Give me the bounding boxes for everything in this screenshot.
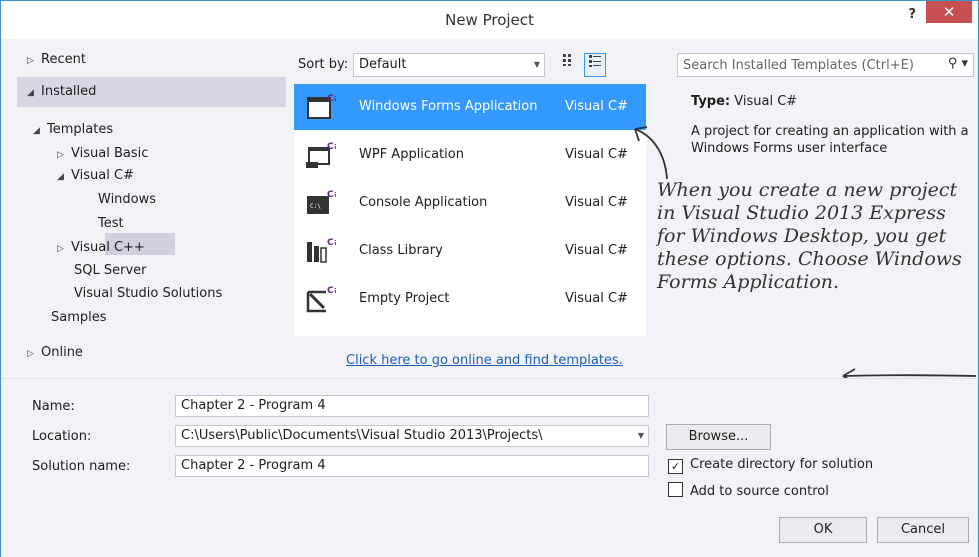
tree-item-samples[interactable]: Samples xyxy=(51,307,107,329)
solution-name-field[interactable]: Chapter 2 - Program 4 xyxy=(175,455,649,477)
type-key: Type: xyxy=(691,94,731,109)
tree-item-vs-solutions[interactable]: Visual Studio Solutions xyxy=(74,283,222,305)
svg-text:C#: C# xyxy=(327,190,336,200)
template-name: Console Application xyxy=(359,195,488,210)
search-icon: ⚲ ▾ xyxy=(947,56,968,71)
expand-arrow-icon: ▷ xyxy=(57,244,64,254)
add-source-control-checkbox[interactable]: Add to source control xyxy=(668,482,829,499)
wpf-icon: C# xyxy=(306,142,336,168)
expand-arrow-icon: ▷ xyxy=(27,349,34,359)
class-library-icon: C# xyxy=(307,238,336,263)
template-row-console[interactable]: C:\ C# Console Application Visual C# xyxy=(294,180,646,226)
expand-arrow-icon: ▷ xyxy=(27,56,34,66)
svg-text:C#: C# xyxy=(327,94,336,104)
winforms-icon: C# xyxy=(307,94,336,119)
tree-item-online[interactable]: ▷ Online xyxy=(27,342,83,364)
search-templates-input[interactable]: Search Installed Templates (Ctrl+E) ⚲ ▾ xyxy=(677,53,974,77)
ok-button[interactable]: OK xyxy=(779,517,867,543)
close-button[interactable]: ✕ xyxy=(926,1,972,23)
browse-button[interactable]: Browse... xyxy=(666,424,771,450)
tree-item-installed[interactable]: ◢ Installed xyxy=(27,81,96,103)
tree-item-visual-basic[interactable]: ▷ Visual Basic xyxy=(57,143,148,165)
template-name: Empty Project xyxy=(359,291,450,306)
list-view-button[interactable] xyxy=(584,53,606,77)
template-language: Visual C# xyxy=(565,99,628,114)
type-value: Visual C# xyxy=(734,94,798,109)
help-button[interactable]: ? xyxy=(908,7,916,22)
list-view-icon xyxy=(589,55,601,67)
svg-text:C:\: C:\ xyxy=(310,203,321,210)
console-icon: C:\ C# xyxy=(307,190,336,214)
chevron-down-icon: ▼ xyxy=(637,431,644,440)
template-row-windows-forms[interactable]: C# Windows Forms Application Visual C# xyxy=(294,84,646,130)
svg-text:C#: C# xyxy=(327,238,336,248)
template-language: Visual C# xyxy=(565,291,628,306)
online-templates-link[interactable]: Click here to go online and find templat… xyxy=(346,353,623,368)
tree-item-windows[interactable]: Windows xyxy=(98,189,156,211)
template-name: WPF Application xyxy=(359,147,464,162)
template-row-class-library[interactable]: C# Class Library Visual C# xyxy=(294,228,646,274)
svg-text:C#: C# xyxy=(327,142,336,152)
search-placeholder: Search Installed Templates (Ctrl+E) xyxy=(683,58,914,73)
chevron-down-icon: ▼ xyxy=(533,60,540,69)
template-row-empty-project[interactable]: C# Empty Project Visual C# xyxy=(294,276,646,322)
tree-item-recent[interactable]: ▷ Recent xyxy=(27,49,86,71)
expand-arrow-icon: ▷ xyxy=(57,150,64,160)
tree-item-sql-server[interactable]: SQL Server xyxy=(74,260,147,282)
template-tree: ▷ Recent ◢ Installed ◢ Templates ▷ Visual Ba… xyxy=(17,45,286,371)
checkmark-icon: ✓ xyxy=(668,459,683,474)
new-project-dialog: New Project ? ✕ ▷ Recent ◢ Installed ◢ Temp… xyxy=(0,0,979,557)
template-list: C# Windows Forms Application Visual C# C… xyxy=(294,84,646,336)
location-label: Location: xyxy=(32,429,92,444)
empty-project-icon: C# xyxy=(306,286,336,313)
grid-view-icon xyxy=(563,54,571,66)
tree-item-test[interactable]: Test xyxy=(98,213,124,235)
template-row-wpf[interactable]: C# WPF Application Visual C# xyxy=(294,132,646,178)
create-directory-checkbox[interactable]: ✓ Create directory for solution xyxy=(668,457,873,474)
sort-select[interactable]: Default ▼ xyxy=(353,53,545,77)
template-name: Windows Forms Application xyxy=(359,99,538,114)
location-field[interactable]: C:\Users\Public\Documents\Visual Studio … xyxy=(175,425,649,447)
template-language: Visual C# xyxy=(565,147,628,162)
solution-name-label: Solution name: xyxy=(32,459,131,474)
collapse-arrow-icon: ◢ xyxy=(57,172,64,182)
cancel-button[interactable]: Cancel xyxy=(877,517,969,543)
tree-item-templates[interactable]: ◢ Templates xyxy=(33,119,113,141)
template-name: Class Library xyxy=(359,243,443,258)
project-details-form: Name: Chapter 2 - Program 4 Location: C:… xyxy=(1,378,978,557)
svg-text:C#: C# xyxy=(327,286,336,296)
checkbox-empty-icon xyxy=(668,482,683,497)
title-bar: New Project ? ✕ xyxy=(1,1,978,39)
dialog-title: New Project xyxy=(445,11,534,29)
tree-item-visual-cpp[interactable]: ▷ Visual C++ xyxy=(57,237,145,259)
name-field[interactable]: Chapter 2 - Program 4 xyxy=(175,395,649,417)
template-language: Visual C# xyxy=(565,195,628,210)
collapse-arrow-icon: ◢ xyxy=(27,88,34,98)
annotation-arrows xyxy=(634,126,977,384)
tree-item-visual-csharp[interactable]: ◢ Visual C# xyxy=(57,165,134,187)
name-label: Name: xyxy=(32,399,75,414)
sort-label: Sort by: xyxy=(298,57,349,72)
small-icons-view-button[interactable] xyxy=(558,53,580,77)
template-language: Visual C# xyxy=(565,243,628,258)
collapse-arrow-icon: ◢ xyxy=(33,126,40,136)
